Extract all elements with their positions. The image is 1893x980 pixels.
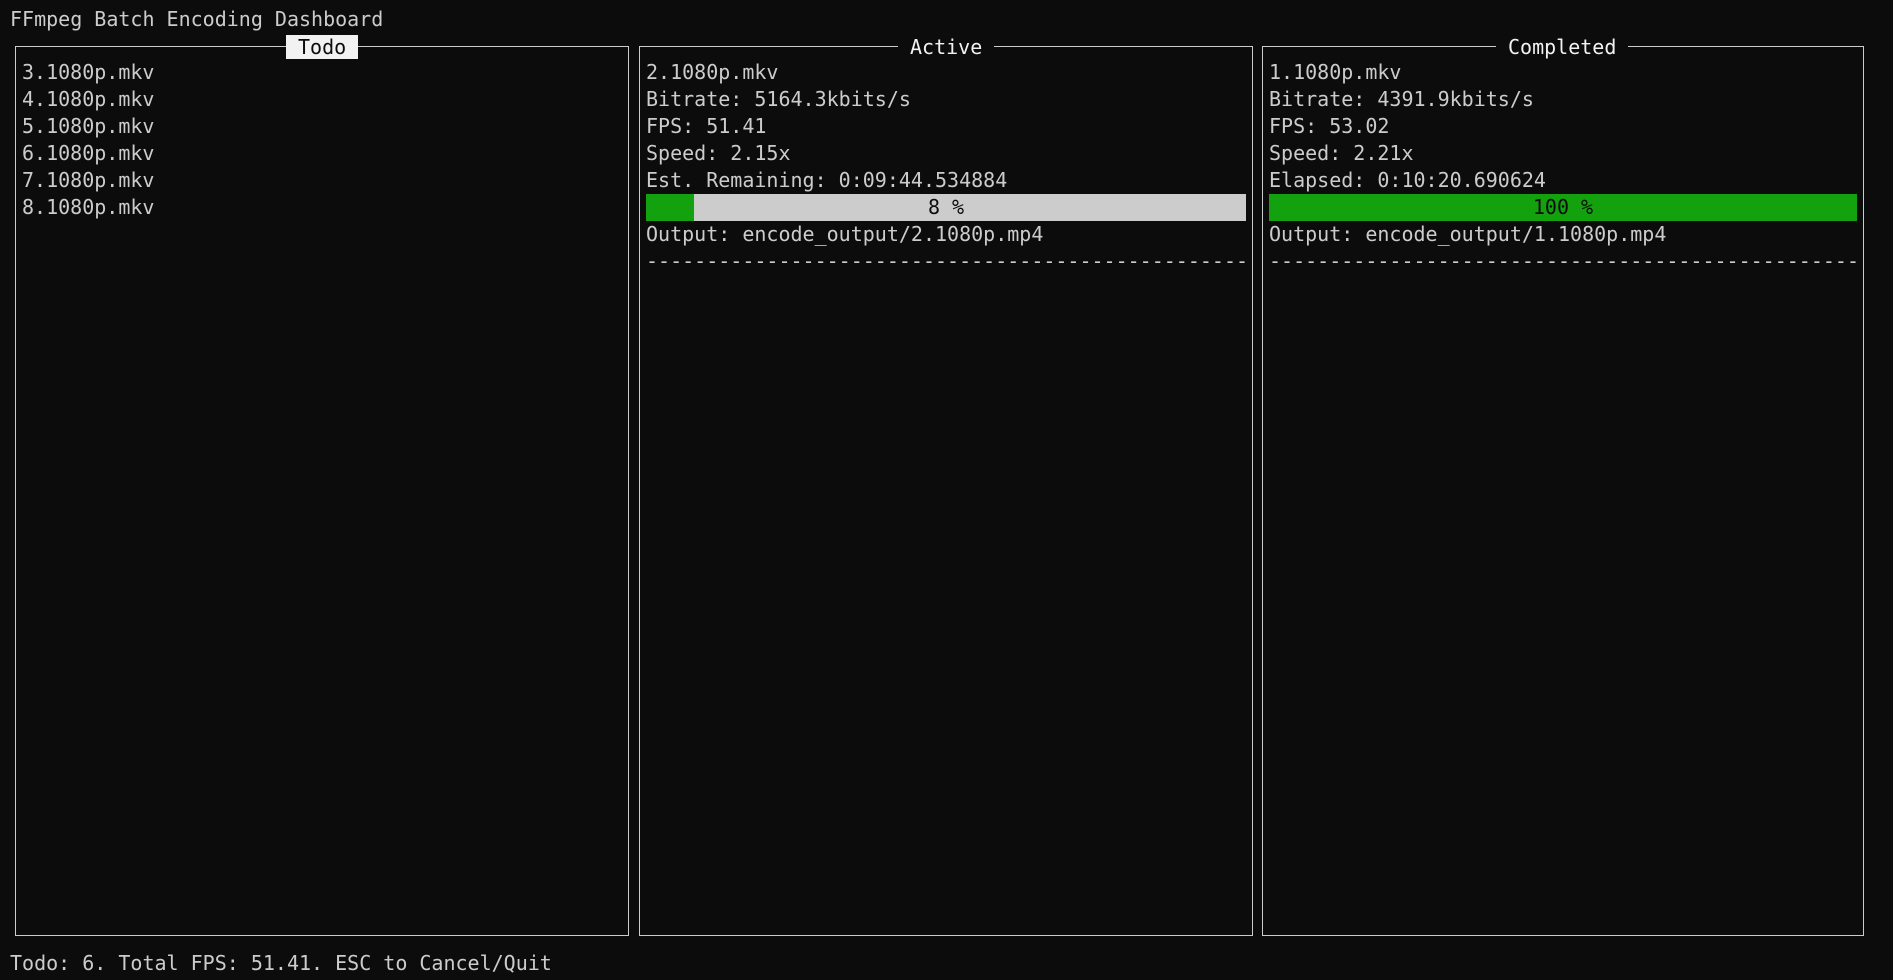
status-bar: Todo: 6. Total FPS: 51.41. ESC to Cancel… xyxy=(10,951,552,975)
completed-elapsed: Elapsed: 0:10:20.690624 xyxy=(1269,168,1546,192)
completed-bitrate: Bitrate: 4391.9kbits/s xyxy=(1269,87,1534,111)
active-fps: FPS: 51.41 xyxy=(646,114,767,138)
todo-item[interactable]: 4.1080p.mkv xyxy=(22,86,622,113)
completed-file-name: 1.1080p.mkv xyxy=(1269,60,1402,84)
active-remaining: Est. Remaining: 0:09:44.534884 xyxy=(646,168,1008,192)
todo-list: 3.1080p.mkv 4.1080p.mkv 5.1080p.mkv 6.10… xyxy=(22,59,622,221)
active-panel[interactable]: Active 2.1080p.mkv Bitrate: 5164.3kbits/… xyxy=(639,35,1253,936)
todo-item[interactable]: 7.1080p.mkv xyxy=(22,167,622,194)
active-separator: ----------------------------------------… xyxy=(646,249,1246,273)
todo-panel-title[interactable]: Todo xyxy=(286,35,359,59)
todo-panel[interactable]: Todo 3.1080p.mkv 4.1080p.mkv 5.1080p.mkv… xyxy=(15,35,629,936)
completed-panel[interactable]: Completed 1.1080p.mkv Bitrate: 4391.9kbi… xyxy=(1262,35,1864,936)
todo-item[interactable]: 5.1080p.mkv xyxy=(22,113,622,140)
completed-fps: FPS: 53.02 xyxy=(1269,114,1390,138)
completed-speed: Speed: 2.21x xyxy=(1269,141,1414,165)
active-bitrate: Bitrate: 5164.3kbits/s xyxy=(646,87,911,111)
active-progress-bar: 8 % xyxy=(646,194,1246,221)
completed-progress-label: 100 % xyxy=(1532,195,1594,219)
todo-item[interactable]: 6.1080p.mkv xyxy=(22,140,622,167)
completed-separator: ----------------------------------------… xyxy=(1269,249,1857,273)
todo-item[interactable]: 8.1080p.mkv xyxy=(22,194,622,221)
active-job: 2.1080p.mkv Bitrate: 5164.3kbits/s FPS: … xyxy=(646,59,1246,275)
completed-panel-title[interactable]: Completed xyxy=(1496,35,1629,59)
completed-output-path: Output: encode_output/1.1080p.mp4 xyxy=(1269,222,1667,246)
active-speed: Speed: 2.15x xyxy=(646,141,791,165)
todo-item[interactable]: 3.1080p.mkv xyxy=(22,59,622,86)
completed-progress-bar: 100 % xyxy=(1269,194,1857,221)
active-progress-label: 8 % xyxy=(927,195,965,219)
active-file-name: 2.1080p.mkv xyxy=(646,60,779,84)
app-title: FFmpeg Batch Encoding Dashboard xyxy=(10,7,384,31)
active-output-path: Output: encode_output/2.1080p.mp4 xyxy=(646,222,1044,246)
active-panel-title[interactable]: Active xyxy=(898,35,995,59)
completed-job: 1.1080p.mkv Bitrate: 4391.9kbits/s FPS: … xyxy=(1269,59,1857,275)
